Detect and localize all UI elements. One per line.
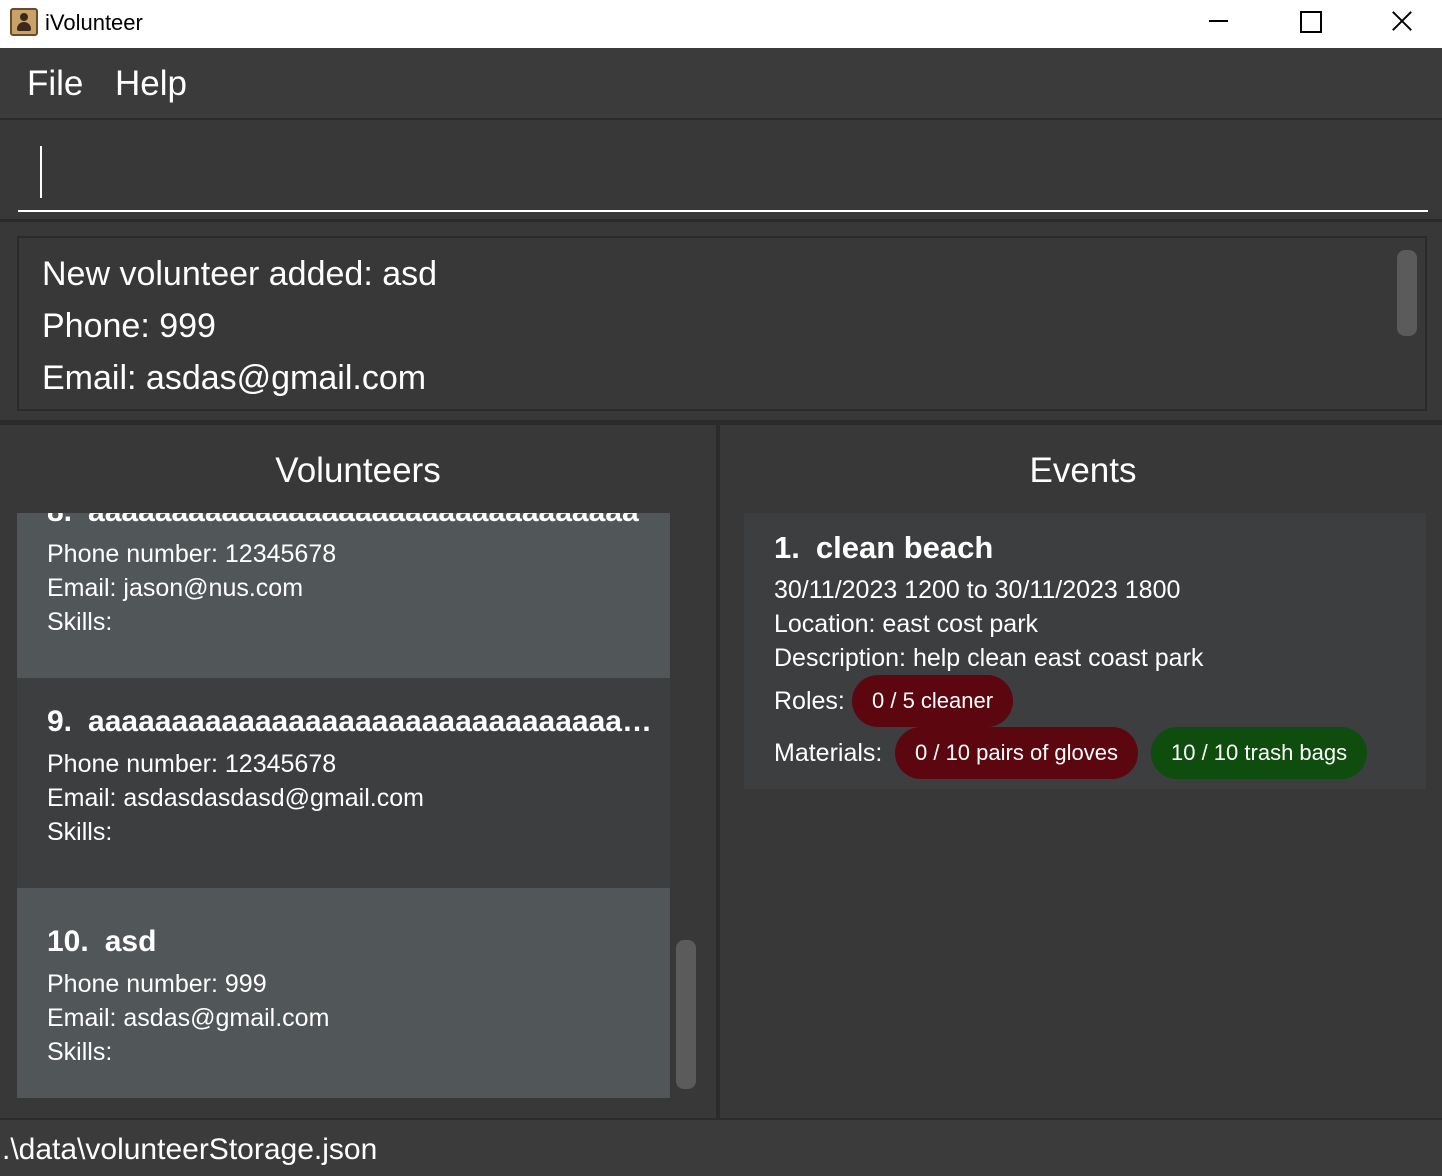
volunteers-panel: Volunteers 8. aaaaaaaaaaaaaaaaaaaaaaaaaaa… xyxy=(0,425,720,1118)
volunteer-name-text: asd xyxy=(104,925,157,958)
volunteer-name-text: aaaaaaaaaaaaaaaaaaaaaaaaaaaaaaaaa... xyxy=(88,705,657,738)
volunteer-phone: Phone number: 12345678 xyxy=(47,750,337,778)
result-scrollbar[interactable] xyxy=(1397,250,1417,336)
window-title: iVolunteer xyxy=(45,10,143,35)
menu-bar: File Help xyxy=(0,48,1442,120)
event-card[interactable]: 1. clean beach 30/11/2023 1200 to 30/11/2… xyxy=(744,513,1426,789)
event-location: Location: east cost park xyxy=(774,610,1039,638)
volunteer-email: Email: jason@nus.com xyxy=(47,574,304,602)
event-name-text: clean beach xyxy=(815,530,994,565)
volunteer-index: 9. xyxy=(47,705,73,738)
result-display: New volunteer added: asd Phone: 999 Emai… xyxy=(17,236,1427,411)
volunteer-card[interactable]: 10. asd Phone number: 999 Email: asdas@gm… xyxy=(17,888,670,1098)
event-description: Description: help clean east coast park xyxy=(774,644,1204,672)
event-roles-label: Roles: xyxy=(774,687,845,715)
material-tag: 10 / 10 trash bags xyxy=(1151,727,1368,779)
menu-help[interactable]: Help xyxy=(115,64,187,104)
text-caret xyxy=(40,146,42,198)
volunteer-card[interactable]: 9. aaaaaaaaaaaaaaaaaaaaaaaaaaaaaaaaa... P… xyxy=(17,678,670,888)
maximize-icon[interactable] xyxy=(1264,0,1354,42)
status-bar: .\data\volunteerStorage.json xyxy=(0,1118,1442,1176)
role-tag: 0 / 5 cleaner xyxy=(852,675,1014,727)
close-icon[interactable] xyxy=(1357,0,1442,42)
result-line: Email: asdas@gmail.com xyxy=(42,359,427,397)
volunteer-email: Email: asdasdasdasd@gmail.com xyxy=(47,784,424,812)
volunteer-card[interactable]: 8. aaaaaaaaaaaaaaaaaaaaaaaaaaaaaaaaa Phon… xyxy=(17,513,670,678)
event-name: 1. clean beach xyxy=(774,529,993,567)
volunteer-index: 10. xyxy=(47,925,89,958)
event-materials-label: Materials: xyxy=(774,739,883,767)
volunteer-skills: Skills: xyxy=(47,818,113,846)
volunteer-phone: Phone number: 12345678 xyxy=(47,540,337,568)
volunteer-list-scrollbar[interactable] xyxy=(676,940,696,1089)
event-datetime: 30/11/2023 1200 to 30/11/2023 1800 xyxy=(774,576,1181,604)
title-bar: iVolunteer xyxy=(0,0,1442,48)
volunteer-index: 8. xyxy=(47,513,72,528)
volunteer-list[interactable]: 8. aaaaaaaaaaaaaaaaaaaaaaaaaaaaaaaaa Phon… xyxy=(17,513,670,1098)
volunteer-phone: Phone number: 999 xyxy=(47,970,267,998)
volunteer-email: Email: asdas@gmail.com xyxy=(47,1004,330,1032)
result-line: Phone: 999 xyxy=(42,307,216,345)
command-input[interactable] xyxy=(18,136,1428,212)
events-panel: Events 1. clean beach 30/11/2023 1200 to … xyxy=(724,425,1442,1118)
volunteer-name: 9. aaaaaaaaaaaaaaaaaaaaaaaaaaaaaaaaa... xyxy=(47,704,657,740)
result-line: New volunteer added: asd xyxy=(42,255,438,293)
menu-file[interactable]: File xyxy=(27,64,83,104)
volunteer-name: 10. asd xyxy=(47,924,657,960)
material-tag: 0 / 10 pairs of gloves xyxy=(895,727,1139,779)
volunteers-title: Volunteers xyxy=(275,451,441,490)
volunteer-name-text: aaaaaaaaaaaaaaaaaaaaaaaaaaaaaaaaa xyxy=(88,513,639,528)
minimize-icon[interactable] xyxy=(1173,0,1263,42)
volunteer-skills: Skills: xyxy=(47,608,113,636)
storage-path: .\data\volunteerStorage.json xyxy=(2,1133,378,1166)
event-index: 1. xyxy=(774,530,800,565)
contact-book-icon xyxy=(10,8,38,36)
command-box xyxy=(0,122,1442,222)
volunteer-name: 8. aaaaaaaaaaaaaaaaaaaaaaaaaaaaaaaaa xyxy=(47,513,657,530)
volunteer-skills: Skills: xyxy=(47,1038,113,1066)
events-title: Events xyxy=(1029,451,1137,490)
